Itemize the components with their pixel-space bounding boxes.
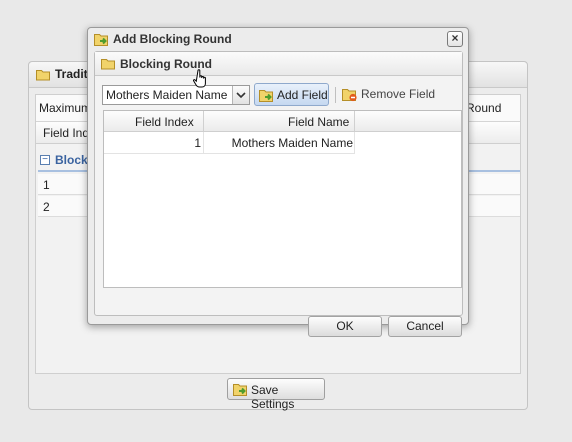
fields-grid: Field Index Field Name 1 Mothers Maiden … <box>103 110 462 288</box>
ok-button[interactable]: OK <box>308 316 382 337</box>
add-green-arrow-icon <box>259 89 275 106</box>
column-header-label: Field Name <box>288 115 350 129</box>
add-blocking-round-dialog: Add Blocking Round × Blocking Round Moth… <box>87 27 469 337</box>
cell-text: Mothers Maiden Name <box>231 136 353 150</box>
column-header-label: Field Index <box>135 115 194 129</box>
save-icon <box>233 383 249 400</box>
add-field-label: Add Field <box>277 88 328 102</box>
remove-field-button[interactable]: Remove Field <box>339 83 437 106</box>
remove-field-label: Remove Field <box>361 87 436 101</box>
grid-header: Field Index Field Name <box>104 111 461 132</box>
field-select[interactable]: Mothers Maiden Name <box>102 85 250 105</box>
add-field-button[interactable]: Add Field <box>254 83 329 106</box>
collapse-icon[interactable]: − <box>40 155 50 165</box>
column-header-field-name[interactable]: Field Name <box>204 111 355 131</box>
maximum-label: Maximum <box>39 101 92 115</box>
cell-field-name: Mothers Maiden Name <box>204 132 355 153</box>
save-settings-button[interactable]: Save Settings <box>227 378 325 411</box>
save-settings-label: Save Settings <box>251 383 295 411</box>
toolbar-separator <box>335 87 336 103</box>
round-label: Round <box>466 101 502 115</box>
column-header-field-index[interactable]: Field Index <box>104 111 204 131</box>
table-row[interactable]: 1 Mothers Maiden Name <box>104 132 355 154</box>
cell-text: 1 <box>194 136 201 150</box>
field-select-value: Mothers Maiden Name <box>106 88 228 102</box>
add-green-arrow-icon <box>94 33 110 50</box>
field-toolbar: Mothers Maiden Name Add Field Remove Fie… <box>99 82 460 108</box>
folder-icon <box>101 58 115 73</box>
cancel-button[interactable]: Cancel <box>388 316 462 337</box>
dialog-title: Add Blocking Round <box>113 32 232 46</box>
remove-icon <box>342 88 358 105</box>
chevron-down-icon[interactable] <box>232 86 249 104</box>
list-item-label: 2 <box>43 200 50 214</box>
list-item-label: 1 <box>43 178 50 192</box>
cell-field-index: 1 <box>104 132 204 153</box>
close-icon[interactable]: × <box>447 31 463 47</box>
dialog-title-bar[interactable]: Add Blocking Round × <box>88 28 468 51</box>
hand-pointer-icon <box>193 69 209 92</box>
folder-icon <box>36 69 50 84</box>
blocking-round-panel-header: Blocking Round <box>95 52 462 76</box>
blocking-round-panel: Blocking Round Mothers Maiden Name Add F… <box>94 51 463 337</box>
